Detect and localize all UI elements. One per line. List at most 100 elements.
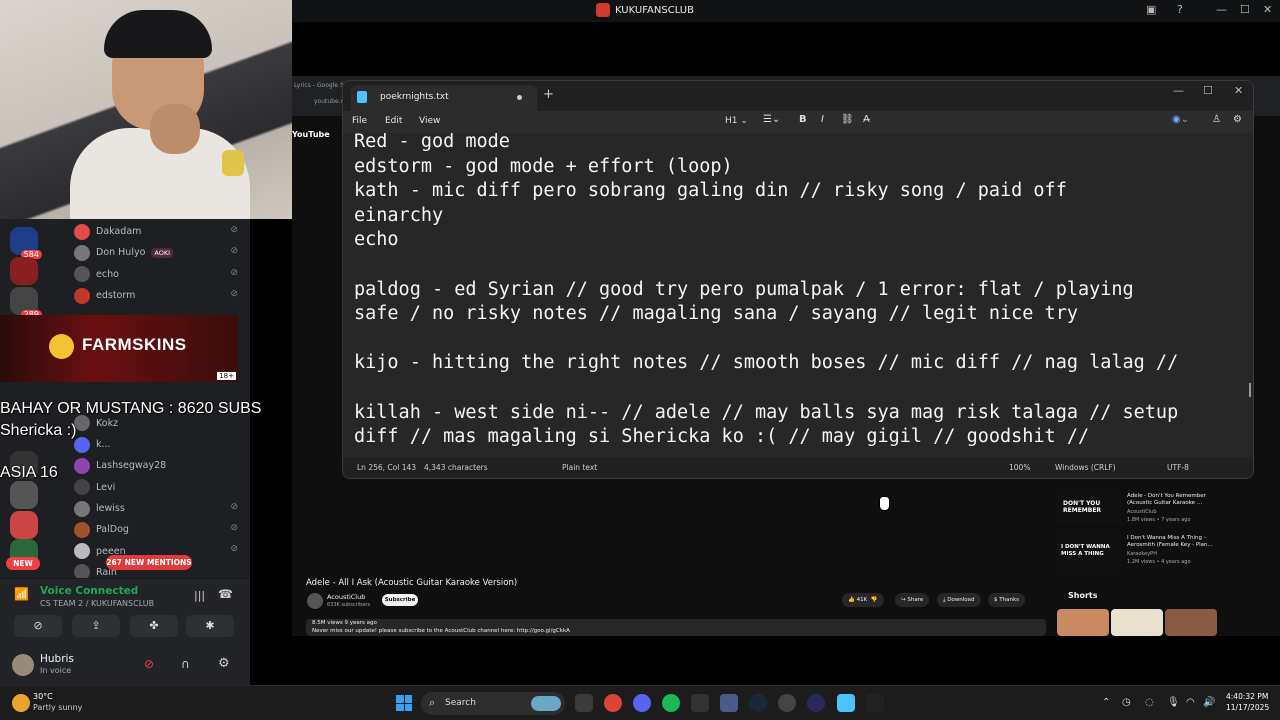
description-box[interactable]: 8.5M views 9 years ago Never miss our up… [306,619,1046,636]
app-icon[interactable] [778,694,796,712]
clear-formatting-icon[interactable]: A̶ [863,114,870,125]
tray-chevron-icon[interactable]: ⌃ [1102,697,1110,708]
notepad-icon[interactable] [837,694,855,712]
channel-avatar[interactable] [307,593,323,609]
encoding[interactable]: UTF-8 [1167,463,1189,472]
zoom-level[interactable]: 100% [1009,463,1030,472]
spotify-icon[interactable] [662,694,680,712]
search-highlight-icon [531,696,561,711]
related-video-title[interactable]: Adele - Don't You Remember (Acoustic Gui… [1127,493,1217,507]
scrollbar-thumb[interactable] [1249,383,1251,397]
app-icon[interactable] [720,694,738,712]
avatar[interactable] [12,654,34,676]
notepad-minimize-button[interactable]: — [1173,84,1184,97]
thanks-button[interactable]: $ Thanks [988,593,1026,607]
screen-share-button[interactable]: ⇪ [72,615,120,637]
discord-icon[interactable] [633,694,651,712]
start-button[interactable] [396,695,412,711]
weather-temperature[interactable]: 30°C [33,692,53,701]
wifi-icon[interactable]: ◠ [1186,697,1195,708]
member-item[interactable]: Lashsegway28 [74,455,250,476]
account-icon[interactable]: ♙ [1212,114,1221,125]
member-item[interactable]: echo ⊘ [74,264,250,285]
server-icon[interactable] [10,481,38,509]
share-button[interactable]: ↪ Share [895,593,930,607]
channel-name[interactable]: AcoustiClub [327,593,365,601]
member-item[interactable]: lewiss ⊘ [74,498,250,519]
member-item[interactable]: Don Hulyo AOKI ⊘ [74,242,250,263]
member-item[interactable]: PalDog ⊘ [74,519,250,540]
short-thumbnail[interactable] [1111,609,1163,636]
taskbar-search[interactable]: ⌕ Search [421,692,565,715]
tray-app-icon[interactable]: ◷ [1122,697,1131,708]
notepad-scrollbar[interactable] [1247,133,1253,457]
related-video-thumbnail[interactable]: I DON'T WANNA MISS A THING [1057,534,1121,570]
help-icon[interactable]: ? [1177,3,1183,16]
mute-mic-icon[interactable]: ⊘ [144,657,154,671]
steam-icon[interactable] [749,694,767,712]
notepad-editor[interactable]: Red - god mode edstorm - god mode + effo… [343,133,1249,457]
like-button[interactable]: 👍 41K 👎 [842,593,884,607]
server-icon[interactable]: 584 [10,227,42,259]
notepad-close-button[interactable]: ✕ [1234,84,1243,97]
new-mentions-pill[interactable]: 267 NEW MENTIONS [106,555,192,570]
download-button[interactable]: ⤓ Download [937,593,981,607]
short-thumbnail[interactable] [1057,609,1109,636]
menu-edit[interactable]: Edit [385,116,402,126]
heading-dropdown[interactable]: H1 ⌄ [725,116,748,126]
server-icon[interactable] [10,511,38,539]
volume-icon[interactable]: 🔊 [1203,697,1215,708]
disconnect-icon[interactable]: ☎ [218,587,233,601]
bold-icon[interactable]: B [799,114,807,125]
tray-app-icon[interactable]: ◌ [1145,697,1154,708]
short-thumbnail[interactable] [1165,609,1217,636]
screen-icon[interactable]: ▣ [1146,3,1156,16]
file-explorer-icon[interactable] [575,694,593,712]
user-name[interactable]: Hubris [40,653,74,665]
settings-gear-icon[interactable]: ⚙ [1233,114,1242,125]
app-icon[interactable] [807,694,825,712]
notepad-maximize-button[interactable]: ☐ [1203,84,1213,97]
settings-gear-icon[interactable]: ⚙ [218,656,230,671]
headphones-icon[interactable]: ∩ [181,657,190,671]
app-icon[interactable] [691,694,709,712]
new-badge[interactable]: NEW [6,557,40,570]
related-video-title[interactable]: I Don't Wanna Miss A Thing - Aerosmith (… [1127,535,1217,549]
member-item[interactable]: edstorm ⊘ [74,285,250,306]
server-icon[interactable]: 289 [10,287,42,319]
app-icon[interactable] [866,694,884,712]
italic-icon[interactable]: I [821,114,824,125]
soundboard-icon[interactable]: ||| [194,589,205,602]
list-dropdown-icon[interactable]: ☰⌄ [763,114,780,125]
minimize-button[interactable]: — [1216,3,1227,16]
menu-file[interactable]: File [352,116,367,126]
weather-icon[interactable] [12,694,30,712]
link-icon[interactable]: ⛓ [841,114,854,125]
copilot-icon[interactable]: ◉⌄ [1172,114,1189,125]
weather-description[interactable]: Partly sunny [33,703,82,712]
voice-channel[interactable]: CS TEAM 2 / KUKUFANSCLUB [40,599,154,608]
member-item[interactable]: Dakadam ⊘ [74,221,250,242]
voice-status[interactable]: Voice Connected [40,585,138,597]
subscribe-button[interactable]: Subscribe [382,594,418,606]
clock-date[interactable]: 11/17/2025 [1226,703,1269,712]
close-button[interactable]: ✕ [1263,3,1272,16]
video-toggle-button[interactable]: ⊘ [14,615,62,637]
member-item[interactable]: k... [74,434,250,455]
clock-time[interactable]: 4:40:32 PM [1226,692,1268,701]
video-player[interactable] [306,478,1046,574]
new-tab-button[interactable]: + [543,87,554,102]
soundboard-button[interactable]: ✱ [186,615,234,637]
server-icon[interactable] [10,257,38,285]
youtube-logo[interactable]: YouTube [292,130,330,139]
maximize-button[interactable]: ☐ [1240,3,1250,16]
microphone-icon[interactable]: 🎙 [1167,697,1180,708]
related-video-thumbnail[interactable]: DON'T YOU REMEMBER [1057,488,1121,524]
unsaved-dot-icon[interactable] [517,95,522,100]
chrome-icon[interactable] [604,694,622,712]
menu-view[interactable]: View [419,116,440,126]
line-ending[interactable]: Windows (CRLF) [1055,463,1116,472]
activities-button[interactable]: ✤ [130,615,178,637]
notepad-tab[interactable]: poekrnights.txt [351,85,537,111]
member-item[interactable]: Levi [74,477,250,498]
